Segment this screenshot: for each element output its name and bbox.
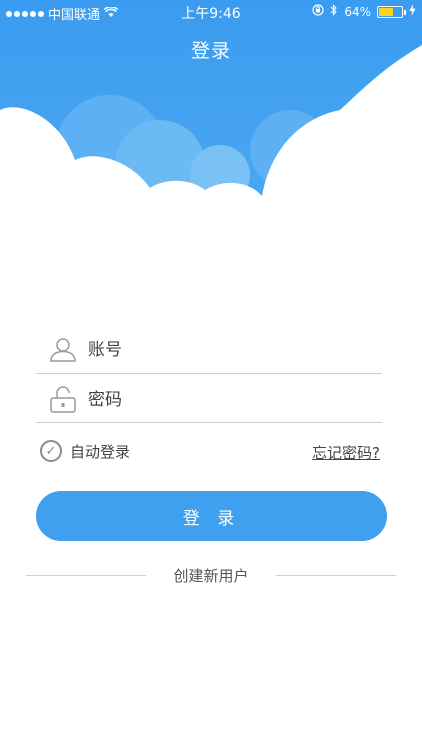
account-underline bbox=[36, 373, 382, 374]
status-right: 64% bbox=[312, 4, 416, 19]
auto-login-toggle[interactable]: ✓ 自动登录 bbox=[40, 440, 130, 462]
bluetooth-icon bbox=[330, 4, 338, 19]
user-icon bbox=[48, 335, 78, 365]
checkmark-icon[interactable]: ✓ bbox=[40, 440, 62, 462]
header-background bbox=[0, 0, 422, 200]
login-button[interactable]: 登 录 bbox=[36, 491, 387, 541]
divider-right bbox=[276, 575, 396, 576]
password-underline bbox=[36, 422, 382, 423]
create-account-row: 创建新用户 bbox=[0, 565, 422, 587]
rotation-lock-icon bbox=[312, 4, 324, 19]
status-bar: 中国联通 上午9:46 64% bbox=[0, 0, 422, 24]
forgot-password-link[interactable]: 忘记密码? bbox=[312, 442, 380, 463]
battery-level bbox=[379, 7, 394, 16]
account-input[interactable] bbox=[88, 340, 382, 360]
battery-icon bbox=[377, 5, 406, 18]
auto-login-label: 自动登录 bbox=[70, 442, 131, 461]
password-input[interactable] bbox=[88, 390, 382, 410]
account-field[interactable] bbox=[36, 326, 382, 374]
password-field[interactable] bbox=[36, 376, 382, 424]
lock-icon bbox=[48, 385, 78, 415]
cloud-illustration bbox=[0, 0, 422, 200]
battery-percent: 64% bbox=[344, 4, 371, 19]
page-title: 登录 bbox=[190, 40, 231, 62]
charging-bolt-icon bbox=[409, 4, 416, 19]
